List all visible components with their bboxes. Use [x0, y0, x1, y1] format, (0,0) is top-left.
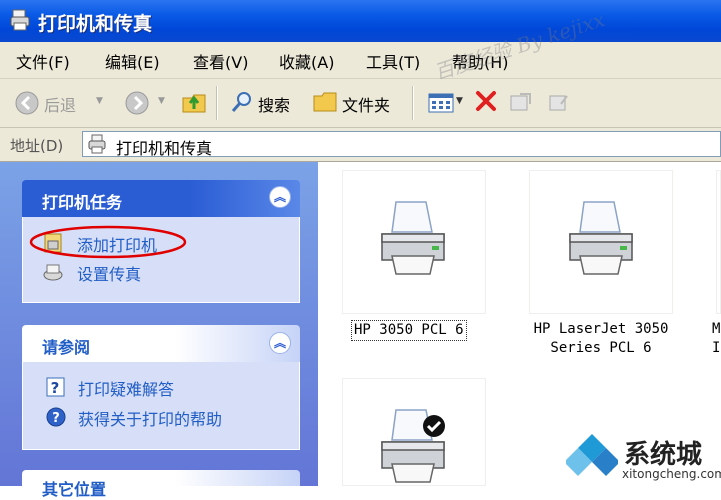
search-button[interactable]: 搜索 [258, 92, 290, 116]
move-to-icon[interactable] [508, 90, 534, 114]
back-button[interactable]: 后退 [44, 92, 76, 116]
printer-folder-icon [10, 9, 30, 31]
address-value: 打印机和传真 [116, 139, 213, 158]
printer-icon [381, 201, 445, 275]
help-icon: ? [46, 407, 66, 427]
collapse-icon[interactable]: ︽ [269, 332, 291, 354]
printer-name[interactable]: HP LaserJet 3050 [528, 320, 674, 339]
copy-to-icon[interactable] [546, 90, 572, 114]
fax-icon [43, 264, 63, 281]
printing-help-link[interactable]: 获得关于打印的帮助 [78, 406, 222, 430]
delete-icon[interactable] [474, 89, 498, 113]
menu-tools[interactable]: 工具(T) [366, 49, 420, 73]
site-logo-name: 系统城 [624, 440, 703, 470]
printer-name[interactable]: HP 3050 PCL 6 [351, 320, 467, 341]
site-logo-url: xitongcheng.com [622, 467, 721, 481]
site-logo-icon [566, 434, 618, 476]
other-places-title: 其它位置 [42, 480, 107, 499]
menu-file[interactable]: 文件(F) [16, 49, 70, 73]
troubleshoot-printing-link[interactable]: 打印疑难解答 [78, 376, 174, 400]
printer-folder-icon [88, 134, 106, 154]
menu-view[interactable]: 查看(V) [193, 49, 248, 73]
setup-fax-link[interactable]: 设置传真 [77, 261, 141, 285]
printer-icon [569, 201, 633, 275]
see-also-title: 请参阅 [42, 338, 91, 357]
printer-name[interactable]: Series PCL 6 [528, 339, 674, 358]
default-printer-check-icon [423, 415, 445, 437]
printer-tasks-title: 打印机任务 [42, 193, 123, 212]
folders-button[interactable]: 文件夹 [342, 92, 390, 116]
printer-name[interactable]: I [712, 339, 720, 358]
window-title: 打印机和传真 [38, 13, 153, 35]
views-icon[interactable] [428, 92, 454, 114]
address-label: 地址(D) [10, 137, 64, 155]
toolbar-separator [216, 86, 218, 120]
menu-favorites[interactable]: 收藏(A) [279, 49, 334, 73]
help-topic-icon: ? [46, 377, 65, 397]
toolbar-separator [412, 86, 414, 120]
search-icon[interactable] [230, 90, 254, 114]
printer-tile[interactable] [716, 170, 721, 314]
views-dropdown-icon[interactable]: ▼ [456, 96, 463, 106]
menu-edit[interactable]: 编辑(E) [105, 49, 160, 73]
forward-dropdown-icon[interactable]: ▼ [158, 96, 165, 106]
annotation-circle [29, 225, 187, 259]
back-arrow-icon[interactable] [14, 90, 40, 116]
folders-icon[interactable] [312, 91, 338, 113]
svg-text:?: ? [52, 411, 60, 426]
printer-name[interactable]: M [712, 320, 720, 339]
up-folder-icon[interactable] [180, 88, 208, 116]
forward-arrow-icon[interactable] [124, 90, 150, 116]
svg-text:?: ? [51, 379, 60, 397]
back-dropdown-icon[interactable]: ▼ [96, 96, 103, 106]
collapse-icon[interactable]: ︽ [269, 186, 291, 208]
